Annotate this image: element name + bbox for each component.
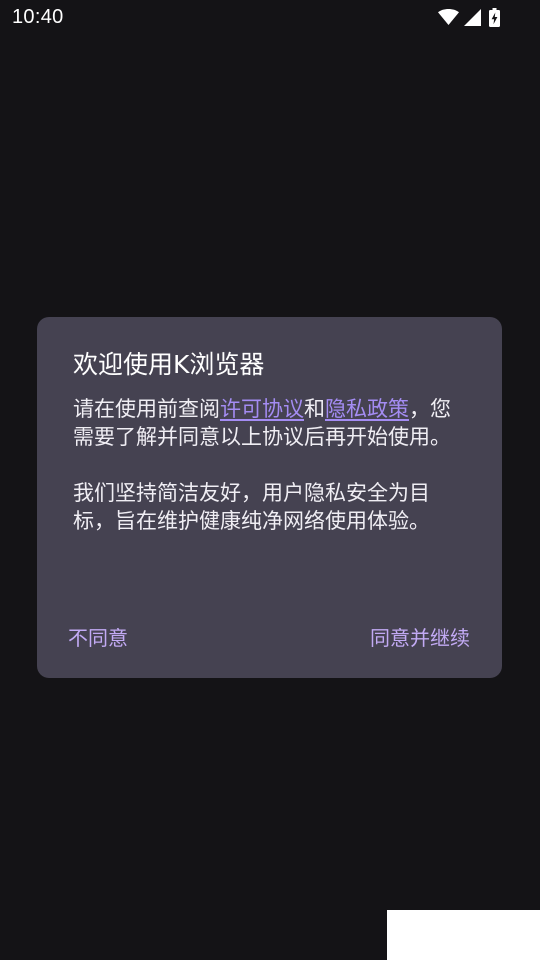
battery-charging-icon bbox=[489, 7, 500, 27]
dialog-paragraph-2: 我们坚持简洁友好，用户隐私安全为目标，旨在维护健康纯净网络使用体验。 bbox=[73, 481, 430, 533]
status-time: 10:40 bbox=[12, 6, 64, 28]
dialog-body: 请在使用前查阅许可协议和隐私政策，您需要了解并同意以上协议后再开始使用。 我们坚… bbox=[73, 395, 468, 535]
signal-icon bbox=[464, 8, 481, 26]
disagree-button[interactable]: 不同意 bbox=[68, 622, 128, 651]
license-agreement-link[interactable]: 许可协议 bbox=[220, 397, 304, 421]
dialog-title: 欢迎使用K浏览器 bbox=[73, 350, 265, 379]
body-text-and: 和 bbox=[304, 397, 325, 421]
status-bar: 10:40 bbox=[0, 0, 540, 36]
welcome-dialog: 欢迎使用K浏览器 请在使用前查阅许可协议和隐私政策，您需要了解并同意以上协议后再… bbox=[37, 317, 502, 678]
overlay-patch bbox=[387, 910, 540, 960]
dialog-paragraph-1: 请在使用前查阅许可协议和隐私政策，您需要了解并同意以上协议后再开始使用。 bbox=[73, 395, 468, 451]
agree-continue-button[interactable]: 同意并继续 bbox=[370, 622, 470, 651]
privacy-policy-link[interactable]: 隐私政策 bbox=[325, 397, 409, 421]
body-text-intro: 请在使用前查阅 bbox=[73, 397, 220, 421]
status-icons bbox=[438, 7, 500, 27]
wifi-icon bbox=[438, 9, 459, 25]
